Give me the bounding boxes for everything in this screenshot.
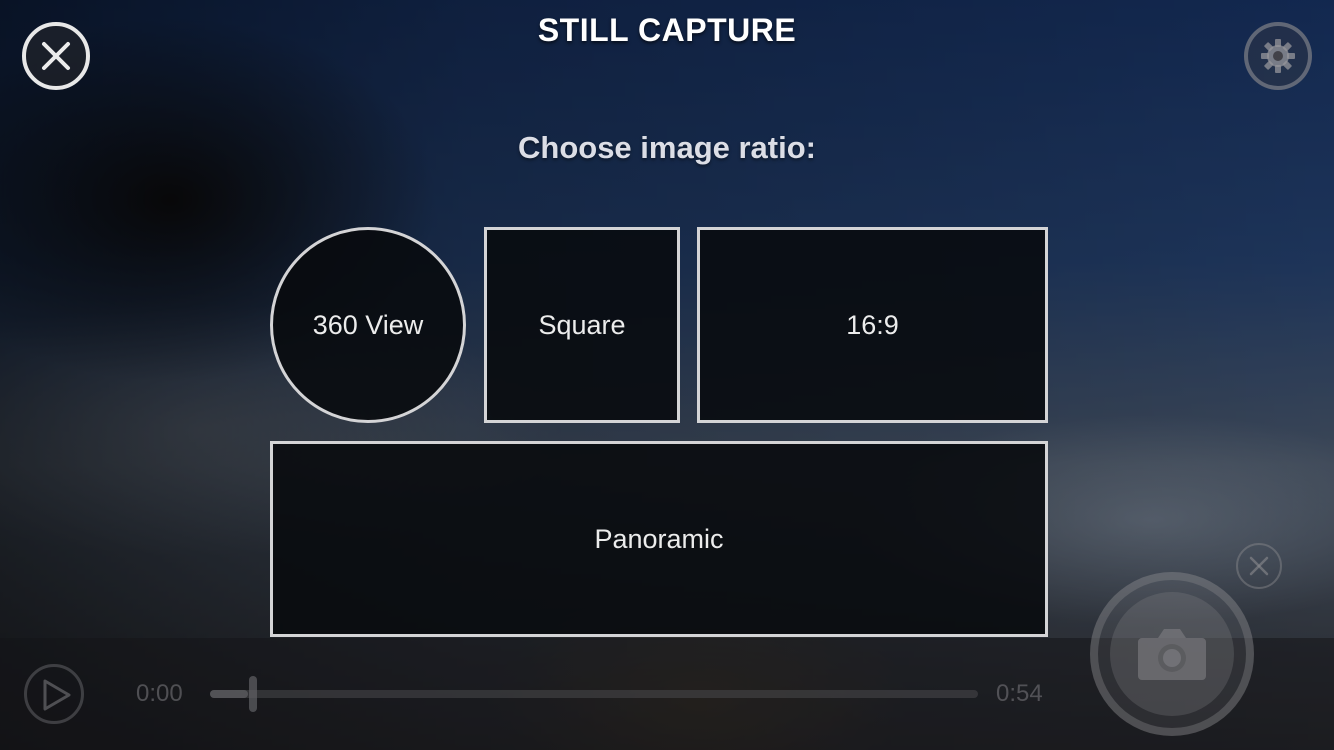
ratio-option-label: 16:9 [846, 309, 899, 340]
ratio-option-label: Panoramic [594, 523, 724, 554]
ratio-option-360-view[interactable]: 360 View [270, 227, 466, 423]
gear-icon [1261, 39, 1295, 73]
ratio-prompt: Choose image ratio: [518, 130, 816, 165]
ratio-option-16-9[interactable]: 16:9 [697, 227, 1048, 423]
ratio-option-panoramic[interactable]: Panoramic [270, 441, 1048, 637]
ratio-option-label: Square [538, 309, 626, 340]
ratio-option-label: 360 View [312, 309, 424, 340]
page-title: STILL CAPTURE [537, 12, 797, 48]
ratio-option-square[interactable]: Square [484, 227, 680, 423]
settings-button[interactable] [1244, 22, 1312, 90]
